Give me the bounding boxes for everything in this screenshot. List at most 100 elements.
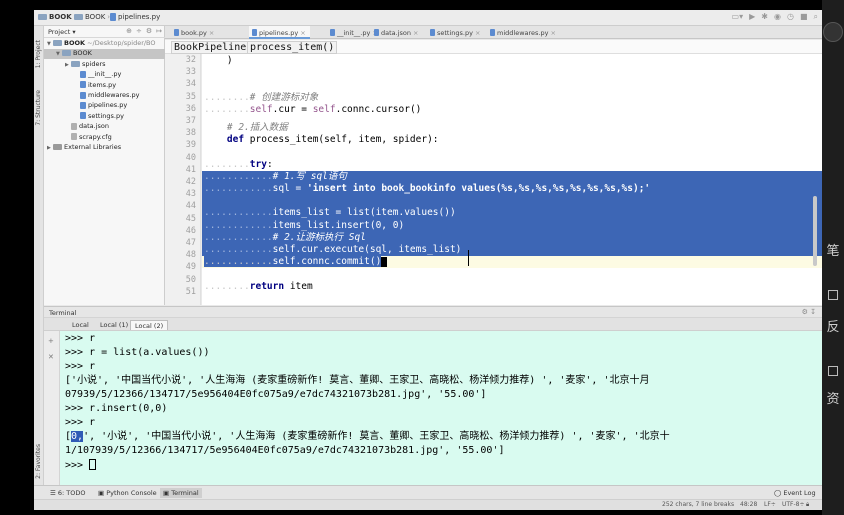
tree-item[interactable]: ▶ External Libraries: [44, 143, 165, 153]
hide-panel-icon[interactable]: ↦: [156, 27, 162, 35]
collapse-icon[interactable]: ÷: [136, 27, 142, 35]
terminal-session-tab[interactable]: Local (2): [130, 320, 169, 330]
tree-item[interactable]: middlewares.py: [44, 91, 165, 101]
project-view-selector[interactable]: Project ▾: [48, 28, 76, 36]
code-line-40: ........try:: [204, 158, 273, 170]
terminal-tool-button[interactable]: ▣ Terminal: [160, 488, 202, 498]
ide-window: BOOK › BOOK › pipelines.py ▭▾ ▶ ✱ ◉ ◷ ■ …: [34, 10, 822, 510]
close-tab-icon[interactable]: ×: [550, 29, 555, 37]
debug-icon[interactable]: ✱: [761, 12, 768, 22]
line-separator[interactable]: LF÷: [764, 501, 776, 508]
tree-item-label: __init__.py: [88, 70, 122, 79]
terminal-header-tools: ⚙ ↧: [802, 308, 816, 316]
structure-tool-button[interactable]: 7: Structure: [35, 90, 42, 126]
terminal-line: ['小说', '中国当代小说', '人生海海 (麦家重磅新作! 莫言、董卿、王家…: [65, 375, 650, 386]
code-line-50: ........return item: [204, 280, 313, 292]
overlay-circle-icon[interactable]: [823, 22, 843, 42]
text-caret: [381, 256, 388, 267]
close-session-icon[interactable]: ✕: [48, 353, 54, 361]
lock-icon[interactable]: 🔒︎: [806, 501, 809, 509]
stop-icon[interactable]: ■: [800, 12, 808, 22]
hide-panel-icon[interactable]: ↧: [810, 308, 816, 316]
run-icon[interactable]: ▶: [749, 12, 755, 22]
tree-item[interactable]: scrapy.cfg: [44, 133, 165, 143]
tab-label: book.py: [181, 29, 207, 37]
terminal-cursor: [89, 459, 97, 470]
nav-crumb-file[interactable]: pipelines.py: [110, 13, 160, 21]
scrollbar-thumb[interactable]: [813, 196, 817, 266]
file-encoding[interactable]: UTF-8÷: [782, 501, 805, 508]
settings-gear-icon[interactable]: ⚙: [802, 308, 808, 316]
editor-tab[interactable]: middlewares.py ×: [487, 26, 560, 39]
line-number: 43: [185, 189, 196, 200]
close-tab-icon[interactable]: ×: [413, 29, 418, 37]
editor-tab[interactable]: settings.py ×: [427, 26, 484, 39]
code-line-42: ............sql = 'insert into book_book…: [202, 183, 822, 196]
tab-label: data.json: [381, 29, 411, 37]
settings-gear-icon[interactable]: ⚙: [146, 27, 152, 35]
folder-icon: [62, 50, 71, 57]
tab-label: middlewares.py: [497, 29, 549, 37]
caret-position[interactable]: 48:28: [740, 501, 757, 508]
file-icon: [374, 29, 379, 36]
nav-crumb-package[interactable]: BOOK ›: [74, 13, 110, 21]
tree-item[interactable]: ▼ BOOK ~/Desktop/spider/BO: [44, 39, 165, 49]
terminal-line: >>> r.insert(0,0): [65, 403, 168, 414]
line-number: 41: [185, 164, 196, 175]
python-console-tool-button[interactable]: ▣ Python Console: [98, 489, 157, 497]
close-tab-icon[interactable]: ×: [300, 29, 305, 37]
line-number: 44: [185, 201, 196, 212]
editor-tab[interactable]: book.py ×: [171, 26, 218, 39]
editor-tabs: book.py×pipelines.py×__init__.py×data.js…: [165, 26, 822, 39]
terminal-line: 07939/5/12366/134717/5e956404E0fc075a9/e…: [65, 389, 487, 400]
folder-icon: [53, 40, 62, 46]
terminal-line: >>> r = list(a.values()): [65, 347, 210, 358]
side-label: 笔: [826, 244, 840, 259]
line-number: 35: [185, 91, 196, 102]
mouse-ibeam-cursor: [468, 250, 472, 266]
tree-item-label: items.py: [88, 80, 117, 89]
todo-tool-button[interactable]: ☰ 6: TODO: [50, 489, 86, 497]
tree-item[interactable]: ▶ spiders: [44, 60, 165, 70]
editor-tab[interactable]: pipelines.py ×: [249, 26, 310, 39]
run-config-dropdown[interactable]: ▭▾: [732, 12, 744, 22]
project-tool-button[interactable]: 1: Project: [35, 40, 42, 68]
line-number: 46: [185, 225, 196, 236]
terminal-console[interactable]: >>> r >>> r = list(a.values()) >>> r ['小…: [60, 331, 822, 485]
sync-icon[interactable]: ⊕: [126, 27, 132, 35]
tree-item[interactable]: items.py: [44, 81, 165, 91]
search-everywhere-icon[interactable]: ⌕: [814, 12, 818, 22]
editor-scrollbar[interactable]: [812, 56, 818, 266]
tree-item[interactable]: ▼ BOOK: [44, 49, 165, 60]
line-number: 40: [185, 152, 196, 163]
tree-item[interactable]: __init__.py: [44, 70, 165, 80]
line-number: 50: [185, 274, 196, 285]
nav-crumb-project[interactable]: BOOK ›: [38, 13, 76, 21]
breadcrumb-class[interactable]: BookPipeline: [171, 41, 250, 54]
breadcrumb-method[interactable]: process_item(): [247, 41, 338, 54]
event-log-tool-button[interactable]: ◯ Event Log: [774, 489, 816, 497]
code-line-44: ............items_list = list(item.value…: [202, 207, 822, 220]
terminal-session-tab[interactable]: Local (1): [96, 320, 132, 330]
profile-icon[interactable]: ◷: [787, 12, 794, 22]
line-number: 33: [185, 67, 196, 78]
tree-item[interactable]: data.json: [44, 122, 165, 132]
tree-item-label: BOOK: [64, 39, 86, 47]
right-side-panel: 笔 反 资: [822, 0, 844, 515]
coverage-icon[interactable]: ◉: [774, 12, 781, 22]
code-line-32: ): [226, 55, 233, 66]
close-tab-icon[interactable]: ×: [475, 29, 480, 37]
tree-item[interactable]: settings.py: [44, 112, 165, 122]
python-file-icon: [80, 101, 86, 109]
code-editor[interactable]: ) ........# 创建游标对象 ........self.cur = se…: [202, 54, 822, 305]
editor-tab[interactable]: data.json ×: [371, 26, 422, 39]
line-number: 51: [185, 286, 196, 297]
line-number: 39: [185, 140, 196, 151]
new-session-icon[interactable]: +: [48, 337, 54, 345]
tree-item[interactable]: pipelines.py: [44, 101, 165, 111]
terminal-session-tab[interactable]: Local: [68, 320, 93, 330]
close-tab-icon[interactable]: ×: [209, 29, 214, 37]
favorites-tool-button[interactable]: 2: Favorites: [35, 444, 42, 479]
terminal-prompt-line: >>>: [65, 459, 822, 472]
code-line-48: ............self.connc.commit(): [202, 256, 822, 269]
